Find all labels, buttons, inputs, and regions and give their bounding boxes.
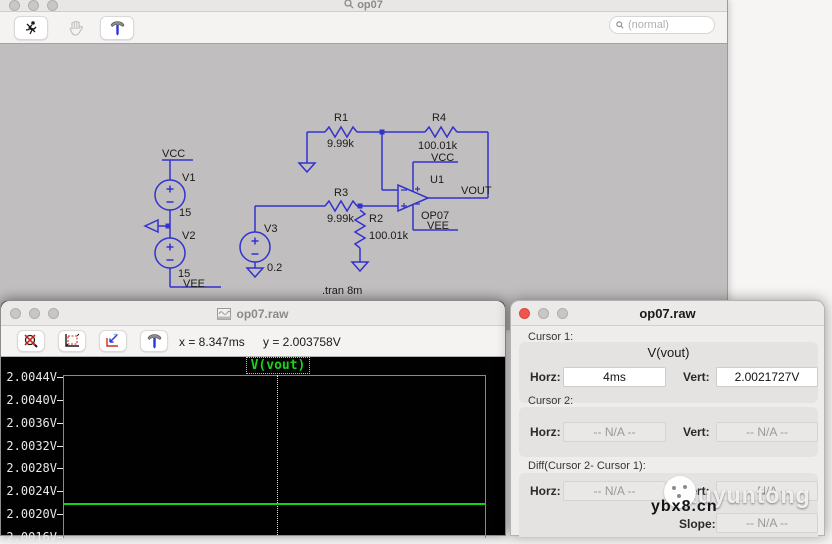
schematic-window: VCC V1 15 V2 15 VEE V3 0.2 R1 9.99k R4 1… (0, 0, 728, 330)
cursor-titlebar: op07.raw (511, 301, 824, 326)
y-axis-tick: 2.0044V (1, 370, 64, 384)
horz-label: Horz: (530, 484, 561, 498)
control-panel-button[interactable] (140, 330, 168, 352)
schematic-toolbar (0, 12, 727, 44)
ground-r2-icon[interactable] (350, 261, 370, 273)
schematic-canvas[interactable]: VCC V1 15 V2 15 VEE V3 0.2 R1 9.99k R4 1… (0, 44, 728, 330)
x-coordinate-readout: x = 8.347ms (179, 335, 245, 349)
diff-horz-field[interactable]: -- N/A -- (563, 481, 666, 501)
vert-label: Vert: (683, 425, 710, 439)
control-panel-button[interactable] (100, 16, 134, 40)
window-title: op07 (0, 0, 727, 11)
y-axis-tick: 2.0036V (1, 416, 64, 430)
value-r1[interactable]: 9.99k (327, 138, 354, 150)
hammer-icon (147, 334, 161, 349)
cursor-window: op07.raw Cursor 1: V(vout) Horz: 4ms Ver… (510, 300, 825, 537)
label-r1[interactable]: R1 (334, 112, 348, 124)
plot-area[interactable]: 2.0044V 2.0040V 2.0036V 2.0032V 2.0028V … (1, 357, 505, 544)
ground-left-icon[interactable] (143, 218, 159, 234)
window-title: op07.raw (1, 301, 505, 326)
net-label-opamp-vee[interactable]: VEE (427, 220, 449, 232)
cursor1-vertical-line[interactable] (277, 375, 278, 535)
run-icon (25, 21, 37, 35)
label-r2[interactable]: R2 (369, 213, 383, 225)
zoom-box-icon (65, 333, 80, 347)
label-r3[interactable]: R3 (334, 187, 348, 199)
plot-frame (63, 375, 486, 538)
label-v3[interactable]: V3 (264, 223, 277, 235)
hammer-icon (110, 21, 124, 36)
horz-label: Horz: (530, 370, 561, 384)
cursor2-group: Horz: -- N/A -- Vert: -- N/A -- (519, 407, 818, 457)
value-r3[interactable]: 9.99k (327, 213, 354, 225)
resistor-r4[interactable] (424, 125, 458, 139)
diff-vert-field[interactable]: -- N/A -- (716, 481, 818, 501)
cursor2-section-label: Cursor 2: (528, 395, 574, 407)
voltage-source-v2[interactable] (154, 237, 186, 269)
trace-legend[interactable]: V(vout) (246, 357, 310, 374)
autorange-button[interactable] (99, 330, 127, 352)
cursor2-vert-field[interactable]: -- N/A -- (716, 422, 818, 442)
waveform-window: op07.raw x = 8.347ms y = 2.003758V 2.004… (0, 300, 506, 544)
wire-r1-ground[interactable] (306, 131, 325, 163)
y-axis-tick: 2.0020V (1, 507, 64, 521)
slope-label: Slope: (679, 517, 716, 531)
pan-button[interactable] (58, 16, 92, 40)
value-v3[interactable]: 0.2 (267, 262, 282, 274)
y-axis-tick: 2.0024V (1, 484, 64, 498)
y-axis-tick: 2.0028V (1, 461, 64, 475)
label-u1[interactable]: U1 (430, 174, 444, 186)
search-input[interactable] (628, 19, 708, 31)
cursor1-vert-field[interactable]: 2.0021727V (716, 367, 818, 387)
ground-v3-icon[interactable] (245, 267, 265, 279)
zoom-cancel-icon (24, 334, 38, 348)
schematic-doc-icon (344, 0, 354, 9)
net-label-vout[interactable]: VOUT (461, 185, 492, 197)
schematic-titlebar: op07 (0, 0, 727, 12)
net-label-vee[interactable]: VEE (183, 278, 205, 290)
cursor2-horz-field[interactable]: -- N/A -- (563, 422, 666, 442)
cursor1-horz-field[interactable]: 4ms (563, 367, 666, 387)
horz-label: Horz: (530, 425, 561, 439)
voltage-source-v1[interactable] (154, 179, 186, 211)
run-button[interactable] (14, 16, 48, 40)
net-label-opamp-vcc[interactable]: VCC (431, 152, 454, 164)
value-r2[interactable]: 100.01k (369, 230, 409, 242)
wire-r1-r4-opamp[interactable] (357, 131, 425, 191)
label-v2[interactable]: V2 (182, 230, 195, 242)
net-label-vcc[interactable]: VCC (162, 148, 185, 160)
spice-directive[interactable]: .tran 8m (322, 285, 362, 297)
vert-label: Vert: (683, 370, 710, 384)
diff-slope-field[interactable]: -- N/A -- (716, 513, 818, 533)
diff-group: Horz: -- N/A -- Vert: -- N/A -- Slope: -… (519, 473, 818, 537)
diff-section-label: Diff(Cursor 2- Cursor 1): (528, 460, 646, 472)
waveform-doc-icon (217, 307, 232, 320)
waveform-titlebar: op07.raw (1, 301, 505, 326)
y-coordinate-readout: y = 2.003758V (263, 335, 341, 349)
resistor-r3[interactable] (324, 199, 358, 213)
voltage-source-v3[interactable] (239, 231, 271, 263)
y-axis-tick: 2.0040V (1, 393, 64, 407)
ground-r1-icon[interactable] (297, 162, 317, 174)
y-axis-tick: 2.0032V (1, 439, 64, 453)
trace-vout[interactable] (64, 503, 486, 505)
zoom-full-extents-button[interactable] (17, 330, 45, 352)
waveform-toolbar: x = 8.347ms y = 2.003758V (1, 326, 505, 357)
value-v1[interactable]: 15 (179, 207, 191, 219)
cursor1-trace-name: V(vout) (647, 345, 690, 360)
hand-icon (69, 20, 83, 36)
vert-label: Vert: (683, 484, 710, 498)
zoom-box-button[interactable] (58, 330, 86, 352)
label-r4[interactable]: R4 (432, 112, 446, 124)
resistor-r2[interactable] (353, 209, 367, 249)
search-icon (616, 21, 624, 29)
resistor-r1[interactable] (324, 125, 358, 139)
autorange-icon (106, 333, 119, 347)
label-v1[interactable]: V1 (182, 172, 195, 184)
y-axis-tick: 2.0016V (1, 530, 64, 544)
cursor1-group: V(vout) Horz: 4ms Vert: 2.0021727V (519, 342, 818, 403)
value-r4[interactable]: 100.01k (418, 140, 458, 152)
window-title: op07.raw (639, 306, 696, 321)
search-field[interactable] (609, 16, 715, 34)
